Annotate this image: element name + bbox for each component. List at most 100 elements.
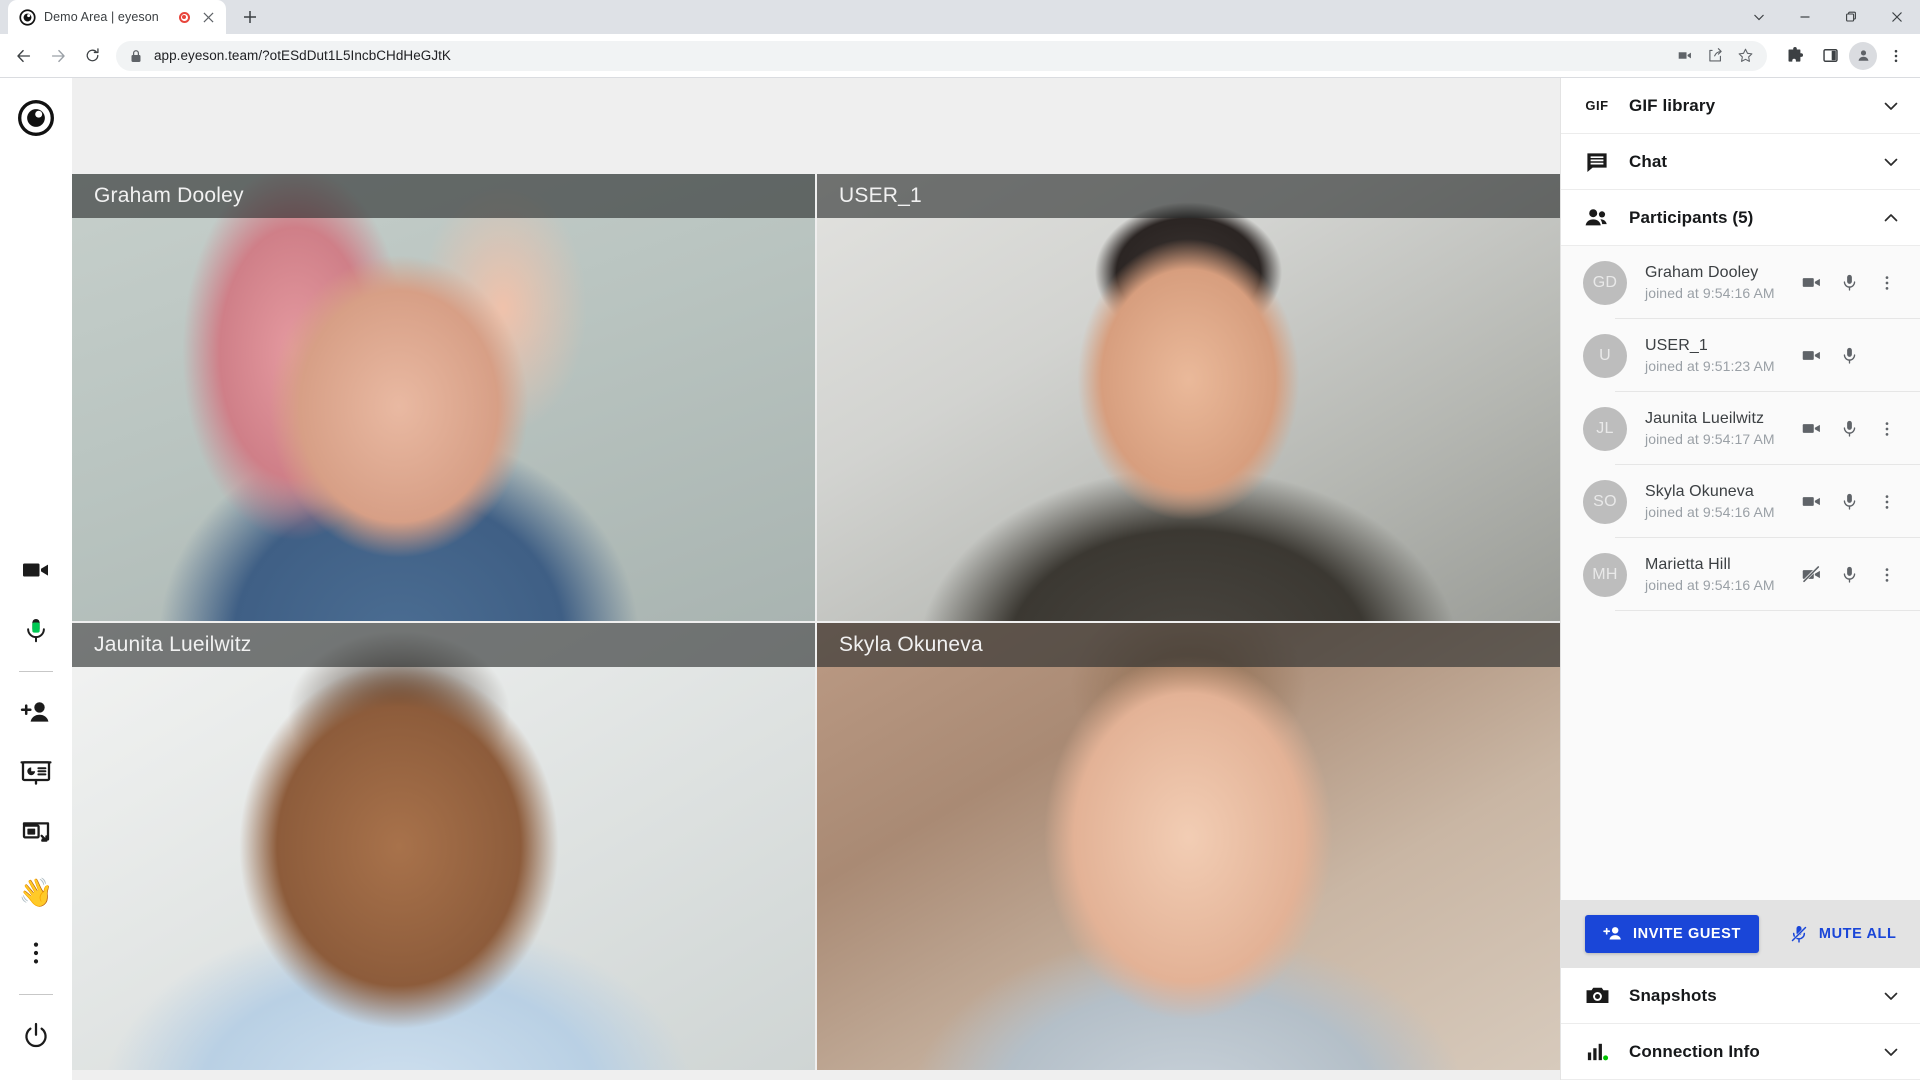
participant-video-icon[interactable] [1792,410,1830,448]
browser-window: Demo Area | eyeson app.eyeson.team/?otES… [0,0,1920,1080]
signal-bars-icon [1583,1038,1611,1066]
participant-more-vertical-icon[interactable] [1868,483,1906,521]
participant-video-icon[interactable] [1792,264,1830,302]
participant-row[interactable]: JL Jaunita Lueilwitz joined at 9:54:17 A… [1561,392,1920,465]
waving-hand-icon: 👋 [18,877,54,908]
section-snapshots[interactable]: Snapshots [1561,968,1920,1024]
participant-name: Jaunita Lueilwitz [1645,410,1765,428]
toggle-camera-button[interactable] [13,547,59,593]
toggle-microphone-button[interactable] [13,607,59,653]
video-participant-name: Skyla Okuneva [839,633,983,656]
invite-guest-button[interactable]: INVITE GUEST [1585,915,1759,953]
invite-guest-label: INVITE GUEST [1633,926,1741,942]
participants-actions-bar: INVITE GUEST MUTE ALL [1561,900,1920,968]
lock-icon [130,49,144,63]
participant-joined-time: joined at 9:54:16 AM [1645,284,1775,301]
chevron-up-icon[interactable] [1880,207,1902,229]
participant-actions [1792,410,1906,448]
left-toolbar: 👋 [0,78,72,1080]
close-window-icon[interactable] [1874,0,1920,34]
media-cast-video-camera-icon[interactable] [1671,42,1699,70]
video-tile[interactable]: Skyla Okuneva [817,623,1560,1070]
participant-microphone-icon[interactable] [1830,337,1868,375]
raise-hand-button[interactable]: 👋 [13,870,59,916]
minimize-icon[interactable] [1782,0,1828,34]
forward-arrow-icon[interactable] [42,40,74,72]
section-connection-info[interactable]: Connection Info [1561,1024,1920,1080]
right-sidebar: GIF GIF library Chat Participants (5) GD… [1560,78,1920,1080]
side-panel-icon[interactable] [1814,40,1846,72]
chrome-menu-more-vertical-icon[interactable] [1880,40,1912,72]
video-stage: Graham Dooley USER_1 Jaunita Lueilwitz S… [72,78,1560,1080]
browser-toolbar: app.eyeson.team/?otESdDut1L5IncbCHdHeGJt… [0,34,1920,78]
avatar: SO [1583,479,1627,524]
participant-more-vertical-icon[interactable] [1868,410,1906,448]
reload-icon[interactable] [76,40,108,72]
chevron-down-icon[interactable] [1880,151,1902,173]
participant-microphone-icon[interactable] [1830,264,1868,302]
participant-microphone-icon[interactable] [1830,556,1868,594]
address-bar[interactable]: app.eyeson.team/?otESdDut1L5IncbCHdHeGJt… [116,40,1767,71]
participant-actions [1792,264,1906,302]
picture-in-picture-button[interactable] [13,810,59,856]
chevron-down-icon[interactable] [1880,985,1902,1007]
video-participant-name: USER_1 [839,184,922,207]
participant-video-icon[interactable] [1792,337,1830,375]
share-icon[interactable] [1701,42,1729,70]
participant-menu-placeholder [1868,337,1906,375]
participant-more-vertical-icon[interactable] [1868,556,1906,594]
video-tile[interactable]: USER_1 [817,174,1560,621]
window-controls [1736,0,1920,34]
participant-row[interactable]: SO Skyla Okuneva joined at 9:54:16 AM [1561,465,1920,538]
chevron-down-icon[interactable] [1880,95,1902,117]
toolbar-right [1775,40,1912,72]
puzzle-icon[interactable] [1779,40,1811,72]
recording-indicator-icon[interactable] [177,10,191,24]
profile-avatar-icon[interactable] [1849,41,1877,70]
more-options-button[interactable] [13,930,59,976]
avatar: GD [1583,260,1627,305]
presentation-button[interactable] [13,750,59,796]
participant-actions [1792,337,1906,375]
new-tab-button[interactable] [236,3,264,31]
video-feed [817,174,1560,621]
back-arrow-icon[interactable] [8,40,40,72]
participant-video-off-icon[interactable] [1792,556,1830,594]
participant-microphone-icon[interactable] [1830,410,1868,448]
video-tile[interactable]: Jaunita Lueilwitz [72,623,815,1070]
mute-all-button[interactable]: MUTE ALL [1779,915,1907,953]
tab-title: Demo Area | eyeson [44,10,159,24]
section-label: Participants (5) [1629,207,1754,227]
participant-joined-time: joined at 9:51:23 AM [1645,357,1775,374]
close-icon[interactable] [199,8,217,26]
chevron-down-icon[interactable] [1880,1041,1902,1063]
participant-row[interactable]: U USER_1 joined at 9:51:23 AM [1561,319,1920,392]
avatar: JL [1583,406,1627,451]
participant-name: Graham Dooley [1645,264,1759,282]
participant-info: Graham Dooley joined at 9:54:16 AM [1627,262,1792,302]
section-gif-library[interactable]: GIF GIF library [1561,78,1920,134]
participant-row[interactable]: MH Marietta Hill joined at 9:54:16 AM [1561,538,1920,611]
invite-participant-button[interactable] [13,690,59,736]
leave-call-button[interactable] [13,1013,59,1059]
participant-info: Marietta Hill joined at 9:54:16 AM [1627,554,1792,594]
participant-more-vertical-icon[interactable] [1868,264,1906,302]
video-tile[interactable]: Graham Dooley [72,174,815,621]
participant-microphone-icon[interactable] [1830,483,1868,521]
avatar: U [1583,333,1627,378]
video-feed [72,174,815,621]
browser-tab[interactable]: Demo Area | eyeson [8,0,226,34]
participant-name: USER_1 [1645,337,1708,355]
section-chat[interactable]: Chat [1561,134,1920,190]
section-participants[interactable]: Participants (5) [1561,190,1920,246]
video-participant-name: Jaunita Lueilwitz [94,633,252,656]
people-icon [1583,204,1611,232]
rail-divider [19,671,53,672]
chevron-down-icon[interactable] [1736,0,1782,34]
mute-all-label: MUTE ALL [1818,926,1897,942]
participant-video-icon[interactable] [1792,483,1830,521]
maximize-icon[interactable] [1828,0,1874,34]
star-icon[interactable] [1731,42,1759,70]
participant-row[interactable]: GD Graham Dooley joined at 9:54:16 AM [1561,246,1920,319]
gif-icon: GIF [1585,98,1609,113]
